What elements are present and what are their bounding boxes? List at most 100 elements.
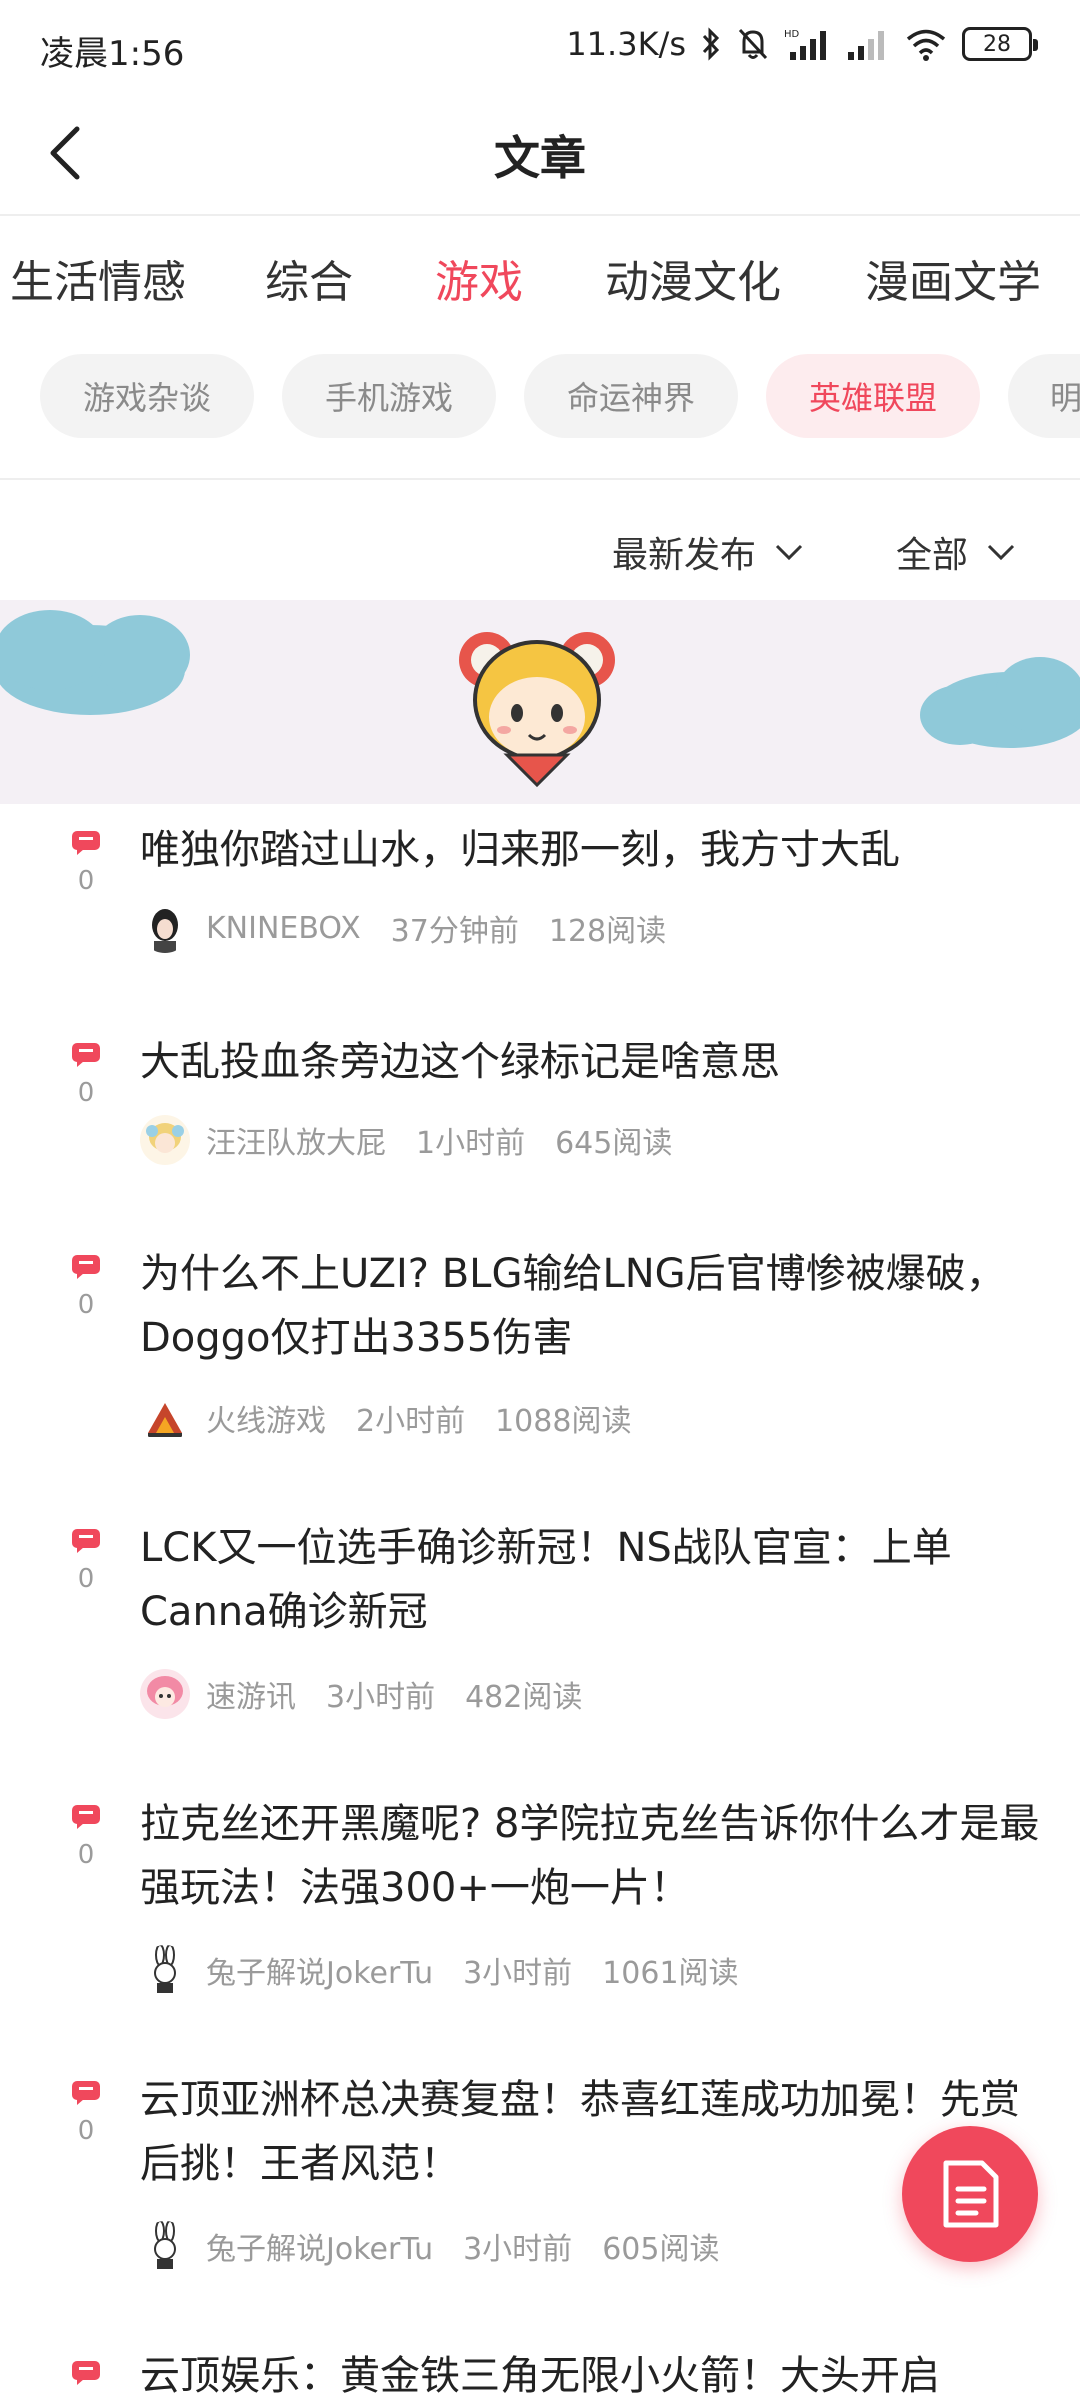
article-item[interactable]: 0 大乱投血条旁边这个绿标记是啥意思 汪汪队放大屁 1小时前 645阅读 xyxy=(0,1014,1080,1226)
comment-indicator: 0 xyxy=(68,1042,104,1108)
chip-fate[interactable]: 命运神界 xyxy=(524,354,738,438)
article-meta: 速游讯 3小时前 482阅读 xyxy=(140,1668,612,1720)
signal-icon xyxy=(848,31,884,60)
comment-indicator: 0 xyxy=(68,1804,104,1870)
tab-games[interactable]: 游戏 xyxy=(435,246,523,310)
signal-hd-icon: HD xyxy=(784,29,826,60)
avatar[interactable] xyxy=(140,1669,190,1719)
avatar[interactable] xyxy=(140,2221,190,2271)
cloud-right-icon xyxy=(920,657,1080,748)
status-icons: 11.3K/s HD 28 xyxy=(566,22,1038,66)
article-reads: 482阅读 xyxy=(465,1680,583,1715)
net-speed: 11.3K/s xyxy=(566,25,686,63)
filter-bar: 最新发布 全部 xyxy=(0,500,1080,600)
article-time: 37分钟前 xyxy=(390,914,519,949)
comment-icon xyxy=(72,1529,100,1553)
article-item[interactable]: 0 LCK又一位选手确诊新冠！NS战队官宣：上单Canna确诊新冠 速游讯 3小… xyxy=(0,1502,1080,1778)
article-item[interactable]: 0 为什么不上UZI? BLG输给LNG后官博惨被爆破，Doggo仅打出3355… xyxy=(0,1226,1080,1502)
article-time: 3小时前 xyxy=(463,1956,573,1991)
scope-dropdown[interactable]: 全部 xyxy=(896,526,1016,578)
article-title[interactable]: 大乱投血条旁边这个绿标记是啥意思 xyxy=(140,1030,1040,1094)
comment-count: 0 xyxy=(77,2116,95,2146)
article-meta: 火线游戏 2小时前 1088阅读 xyxy=(140,1392,661,1444)
sort-dropdown[interactable]: 最新发布 xyxy=(612,526,804,578)
write-article-button[interactable] xyxy=(902,2126,1038,2262)
comment-icon xyxy=(72,2081,100,2105)
article-time: 3小时前 xyxy=(463,2232,573,2267)
chevron-down-icon xyxy=(987,544,1015,561)
chevron-down-icon xyxy=(775,544,803,561)
article-author[interactable]: 兔子解说JokerTu xyxy=(206,2224,433,2268)
comment-count: 0 xyxy=(77,1078,95,1108)
chip-lol[interactable]: 英雄联盟 xyxy=(766,354,980,438)
comment-count: 0 xyxy=(77,1290,95,1320)
chip-partial[interactable]: 明 xyxy=(1008,354,1080,438)
avatar[interactable] xyxy=(140,903,190,953)
mute-bell-icon xyxy=(738,28,768,60)
article-meta: 汪汪队放大屁 1小时前 645阅读 xyxy=(140,1114,702,1166)
mascot-icon xyxy=(459,632,615,788)
bluetooth-icon xyxy=(702,27,720,61)
article-reads: 1061阅读 xyxy=(602,1956,739,1991)
comment-indicator: 0 xyxy=(68,2080,104,2146)
document-icon xyxy=(943,2160,999,2228)
article-title[interactable]: 拉克丝还开黑魔呢? 8学院拉克丝告诉你什么才是最强玩法！法强300+一炮一片！ xyxy=(140,1792,1040,1920)
article-item[interactable]: 0 唯独你踏过山水，归来那一刻，我方寸大乱 KNINEBOX 37分钟前 128… xyxy=(0,804,1080,1014)
article-item[interactable]: 0 拉克丝还开黑魔呢? 8学院拉克丝告诉你什么才是最强玩法！法强300+一炮一片… xyxy=(0,1778,1080,2054)
status-time: 凌晨1:56 xyxy=(40,34,185,74)
svg-text:HD: HD xyxy=(784,29,800,40)
comment-icon xyxy=(72,831,100,855)
refresh-banner xyxy=(0,600,1080,804)
subcategory-chips: 游戏杂谈 手机游戏 命运神界 英雄联盟 明 xyxy=(0,354,1080,440)
comment-indicator: 0 xyxy=(68,830,104,896)
avatar[interactable] xyxy=(140,1115,190,1165)
avatar[interactable] xyxy=(140,1945,190,1995)
article-reads: 645阅读 xyxy=(555,1126,673,1161)
article-title[interactable]: 为什么不上UZI? BLG输给LNG后官博惨被爆破，Doggo仅打出3355伤害 xyxy=(140,1242,1040,1370)
article-author[interactable]: 汪汪队放大屁 xyxy=(206,1118,386,1162)
comment-count: 0 xyxy=(77,1564,95,1594)
article-title[interactable]: 云顶娱乐：黄金铁三角无限小火箭！大头开启 xyxy=(140,2344,1040,2400)
article-meta: KNINEBOX 37分钟前 128阅读 xyxy=(140,902,696,954)
comment-icon xyxy=(72,1805,100,1829)
tab-life[interactable]: 生活情感 xyxy=(10,246,186,310)
comment-icon xyxy=(72,1255,100,1279)
article-reads: 605阅读 xyxy=(602,2232,720,2267)
status-bar: 凌晨1:56 11.3K/s HD 28 xyxy=(0,0,1080,90)
article-reads: 128阅读 xyxy=(548,914,667,949)
avatar[interactable] xyxy=(140,1393,190,1443)
article-time: 3小时前 xyxy=(326,1680,436,1715)
article-author[interactable]: 火线游戏 xyxy=(206,1396,326,1440)
cloud-left-icon xyxy=(0,610,190,715)
comment-indicator xyxy=(68,2360,104,2390)
article-title[interactable]: 唯独你踏过山水，归来那一刻，我方寸大乱 xyxy=(140,818,1040,882)
article-title[interactable]: LCK又一位选手确诊新冠！NS战队官宣：上单Canna确诊新冠 xyxy=(140,1516,1040,1644)
article-author[interactable]: KNINEBOX xyxy=(206,911,361,946)
chip-game-talk[interactable]: 游戏杂谈 xyxy=(40,354,254,438)
comment-count: 0 xyxy=(77,866,95,896)
comment-icon xyxy=(72,2361,100,2385)
tab-anime[interactable]: 动漫文化 xyxy=(605,246,781,310)
article-meta: 兔子解说JokerTu 3小时前 605阅读 xyxy=(140,2220,749,2272)
battery-level: 28 xyxy=(983,31,1011,57)
article-item[interactable]: 云顶娱乐：黄金铁三角无限小火箭！大头开启 xyxy=(0,2330,1080,2400)
article-author[interactable]: 速游讯 xyxy=(206,1672,296,1716)
comment-count: 0 xyxy=(77,1840,95,1870)
article-reads: 1088阅读 xyxy=(495,1404,632,1439)
comment-icon xyxy=(72,1043,100,1067)
battery-icon: 28 xyxy=(962,27,1038,61)
tab-comics[interactable]: 漫画文学 xyxy=(865,246,1041,310)
scope-label: 全部 xyxy=(896,535,969,576)
page-title: 文章 xyxy=(494,131,586,185)
chip-mobile-games[interactable]: 手机游戏 xyxy=(282,354,496,438)
comment-indicator: 0 xyxy=(68,1254,104,1320)
category-tabs: 生活情感 综合 游戏 动漫文化 漫画文学 xyxy=(0,216,1080,336)
sort-label: 最新发布 xyxy=(612,535,757,576)
article-time: 1小时前 xyxy=(416,1126,526,1161)
divider xyxy=(0,478,1080,480)
wifi-icon xyxy=(906,29,946,61)
article-author[interactable]: 兔子解说JokerTu xyxy=(206,1948,433,1992)
article-meta: 兔子解说JokerTu 3小时前 1061阅读 xyxy=(140,1944,769,1996)
app-header: 文章 xyxy=(0,90,1080,216)
tab-general[interactable]: 综合 xyxy=(265,246,353,310)
